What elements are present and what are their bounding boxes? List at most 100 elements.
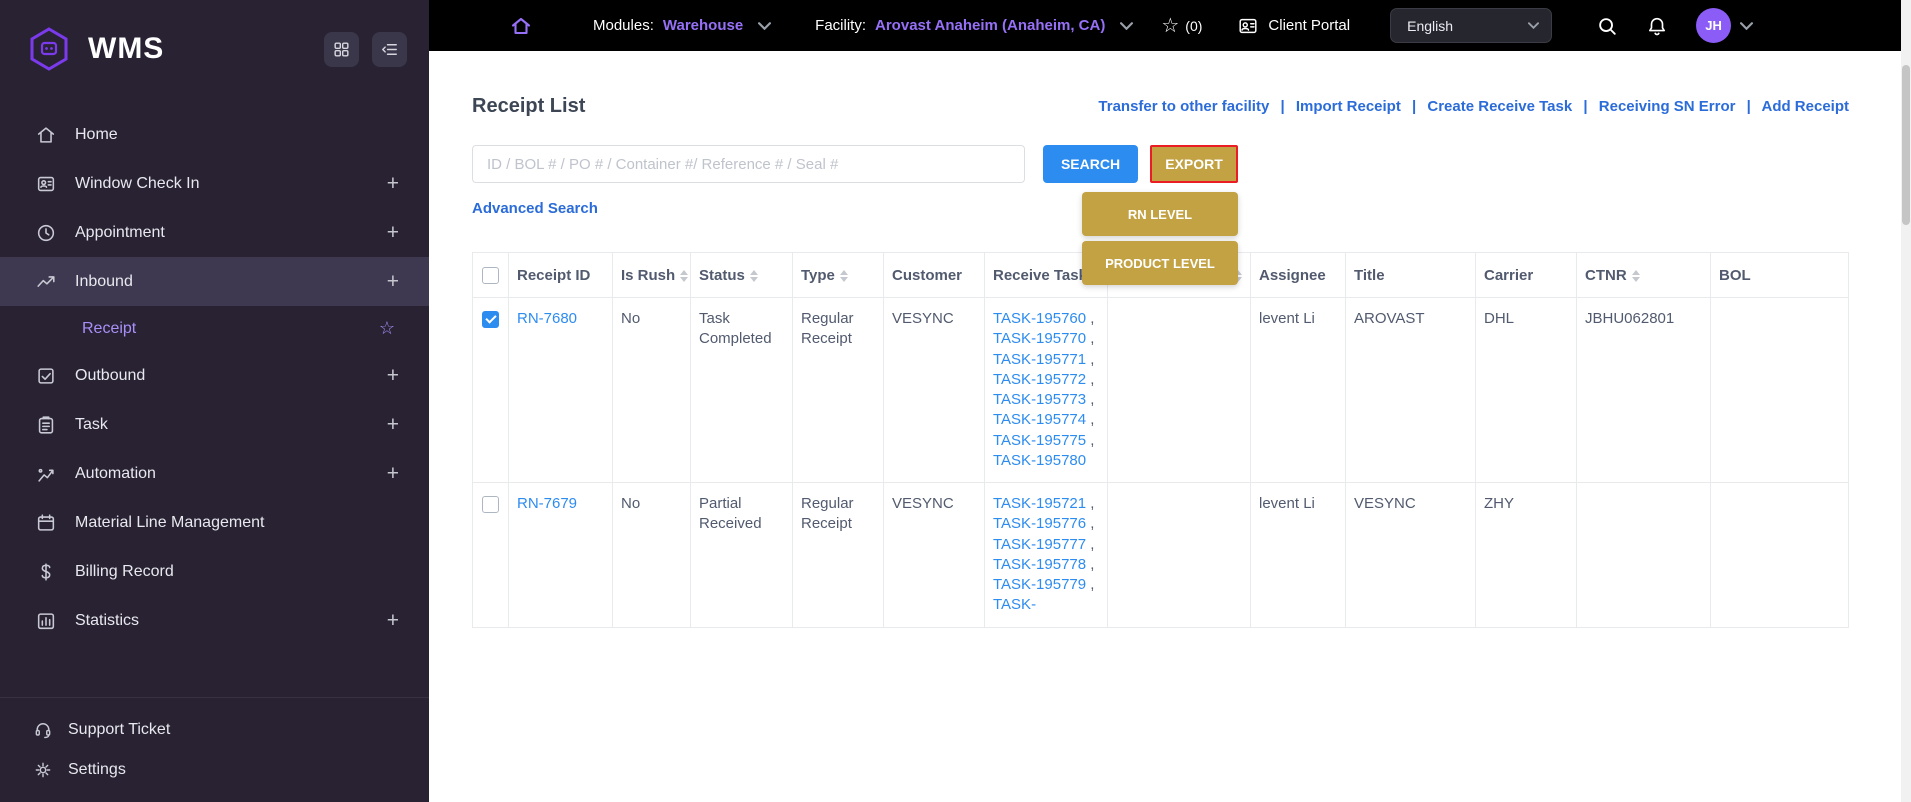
receive-task-link[interactable]: TASK-195771 — [993, 351, 1086, 368]
receive-task-link[interactable]: TASK-195770 — [993, 330, 1086, 347]
language-select[interactable]: English — [1390, 8, 1553, 43]
user-avatar[interactable]: JH — [1696, 8, 1732, 43]
receive-task-link[interactable]: TASK-195772 — [993, 371, 1086, 388]
action-add-receipt[interactable]: Add Receipt — [1761, 98, 1849, 115]
sidebar-item-support-ticket[interactable]: Support Ticket — [0, 710, 429, 750]
receive-task-link[interactable]: TASK-195773 — [993, 391, 1086, 408]
action-receiving-sn-error[interactable]: Receiving SN Error — [1599, 98, 1736, 115]
cell-ctnr — [1576, 482, 1711, 628]
export-button[interactable]: EXPORT — [1150, 145, 1238, 183]
action-separator: | — [1746, 98, 1751, 115]
action-separator: | — [1280, 98, 1285, 115]
action-transfer-to-other-facility[interactable]: Transfer to other facility — [1098, 98, 1269, 115]
favorites-counter[interactable]: ☆ (0) — [1161, 16, 1202, 36]
sidebar-item-label: Window Check In — [75, 174, 200, 192]
sidebar-item-settings[interactable]: Settings — [0, 750, 429, 790]
sort-caret-icon[interactable] — [680, 269, 689, 282]
client-portal-button[interactable]: Client Portal — [1228, 15, 1350, 37]
table-row-rn-7680: RN-7680 No Task Completed Regular Receip… — [472, 297, 1849, 483]
export-dropdown-menu: RN LEVEL PRODUCT LEVEL — [1082, 192, 1238, 285]
chevron-down-icon — [1528, 22, 1540, 29]
sidebar-item-appointment[interactable]: Appointment + — [0, 208, 429, 257]
expand-plus-icon[interactable]: + — [387, 364, 399, 388]
expand-plus-icon[interactable]: + — [387, 221, 399, 245]
sort-caret-icon[interactable] — [749, 269, 758, 282]
receive-task-link[interactable]: TASK-195777 — [993, 536, 1086, 553]
window-check-in-icon — [33, 173, 59, 195]
expand-plus-icon[interactable]: + — [387, 413, 399, 437]
sort-caret-icon[interactable] — [1631, 269, 1640, 282]
export-menu-item-rn-level[interactable]: RN LEVEL — [1082, 192, 1238, 236]
sidebar-item-billing-record[interactable]: Billing Record — [0, 547, 429, 596]
receive-task-link[interactable]: TASK-195776 — [993, 515, 1086, 532]
sidebar-item-label: Statistics — [75, 611, 140, 629]
collapse-menu-button[interactable] — [372, 31, 407, 67]
sidebar-item-receipt[interactable]: Receipt ☆ — [0, 306, 429, 351]
apps-grid-button[interactable] — [324, 31, 359, 67]
sidebar-item-material-line-management[interactable]: Material Line Management — [0, 498, 429, 547]
receipt-id-link[interactable]: RN-7679 — [517, 495, 577, 512]
expand-plus-icon[interactable]: + — [387, 462, 399, 486]
receive-task-link[interactable]: TASK-195780 — [993, 452, 1086, 469]
sidebar-item-label: Billing Record — [75, 562, 174, 580]
receipt-id-link[interactable]: RN-7680 — [517, 310, 577, 327]
expand-plus-icon[interactable]: + — [387, 609, 399, 633]
star-icon[interactable]: ☆ — [1161, 16, 1179, 36]
main-content: Receipt List Transfer to other facility … — [429, 51, 1911, 802]
search-icon[interactable] — [1596, 15, 1618, 37]
facility-selector[interactable]: Facility: Arovast Anaheim (Anaheim, CA) — [815, 17, 1134, 34]
export-menu-item-product-level[interactable]: PRODUCT LEVEL — [1082, 241, 1238, 285]
scrollbar-thumb[interactable] — [1902, 65, 1910, 225]
cell-customer: VESYNC — [883, 297, 985, 483]
cell-assignee: levent Li — [1250, 482, 1346, 628]
receive-task-link[interactable]: TASK- — [993, 596, 1036, 613]
sidebar-item-task[interactable]: Task + — [0, 400, 429, 449]
chevron-down-icon[interactable] — [1740, 21, 1754, 30]
favorite-star-icon[interactable]: ☆ — [379, 318, 395, 339]
facility-value[interactable]: Arovast Anaheim (Anaheim, CA) — [875, 17, 1105, 34]
row-checkbox[interactable] — [482, 310, 499, 328]
column-type[interactable]: Type — [792, 252, 884, 298]
chevron-down-icon[interactable] — [1120, 21, 1134, 30]
receive-task-link[interactable]: TASK-195778 — [993, 556, 1086, 573]
chevron-down-icon[interactable] — [758, 21, 772, 30]
vertical-scrollbar[interactable] — [1901, 0, 1911, 802]
sidebar-item-automation[interactable]: Automation + — [0, 449, 429, 498]
sidebar-item-home[interactable]: Home — [0, 110, 429, 159]
sidebar-subitem-label: Receipt — [82, 319, 137, 337]
sidebar-footer: Support Ticket Settings — [0, 697, 429, 802]
modules-selector[interactable]: Modules: Warehouse — [593, 17, 772, 34]
sidebar-item-outbound[interactable]: Outbound + — [0, 351, 429, 400]
sidebar-item-inbound[interactable]: Inbound + — [0, 257, 429, 306]
receipt-search-input[interactable] — [472, 145, 1025, 183]
advanced-search-link[interactable]: Advanced Search — [472, 200, 598, 217]
receive-task-link[interactable]: TASK-195721 — [993, 495, 1086, 512]
column-ctnr[interactable]: CTNR — [1576, 252, 1711, 298]
receive-task-link[interactable]: TASK-195760 — [993, 310, 1086, 327]
receive-task-links: TASK-195721 , TASK-195776 , TASK-195777 … — [993, 495, 1095, 614]
receive-task-link[interactable]: TASK-195779 — [993, 576, 1086, 593]
column-assignee: Assignee — [1250, 252, 1346, 298]
search-button[interactable]: SEARCH — [1043, 145, 1138, 183]
sidebar-item-window-check-in[interactable]: Window Check In + — [0, 159, 429, 208]
sidebar-item-label: Task — [75, 415, 108, 433]
notifications-bell-icon[interactable] — [1646, 15, 1668, 37]
sidebar-header: WMS — [0, 0, 429, 72]
sidebar-item-label: Settings — [68, 761, 126, 778]
column-status[interactable]: Status — [690, 252, 793, 298]
sort-caret-icon[interactable] — [839, 269, 848, 282]
home-icon[interactable] — [509, 14, 533, 38]
expand-plus-icon[interactable]: + — [387, 270, 399, 294]
receive-task-link[interactable]: TASK-195775 — [993, 432, 1086, 449]
modules-value[interactable]: Warehouse — [663, 17, 743, 34]
column-is-rush[interactable]: Is Rush — [612, 252, 691, 298]
row-checkbox[interactable] — [482, 495, 499, 513]
expand-plus-icon[interactable]: + — [387, 172, 399, 196]
cell-type: Regular Receipt — [792, 482, 884, 628]
select-all-checkbox[interactable] — [482, 266, 499, 284]
sidebar-item-statistics[interactable]: Statistics + — [0, 596, 429, 645]
receive-task-links: TASK-195760 , TASK-195770 , TASK-195771 … — [993, 310, 1095, 469]
action-create-receive-task[interactable]: Create Receive Task — [1427, 98, 1572, 115]
receive-task-link[interactable]: TASK-195774 — [993, 411, 1086, 428]
action-import-receipt[interactable]: Import Receipt — [1296, 98, 1401, 115]
